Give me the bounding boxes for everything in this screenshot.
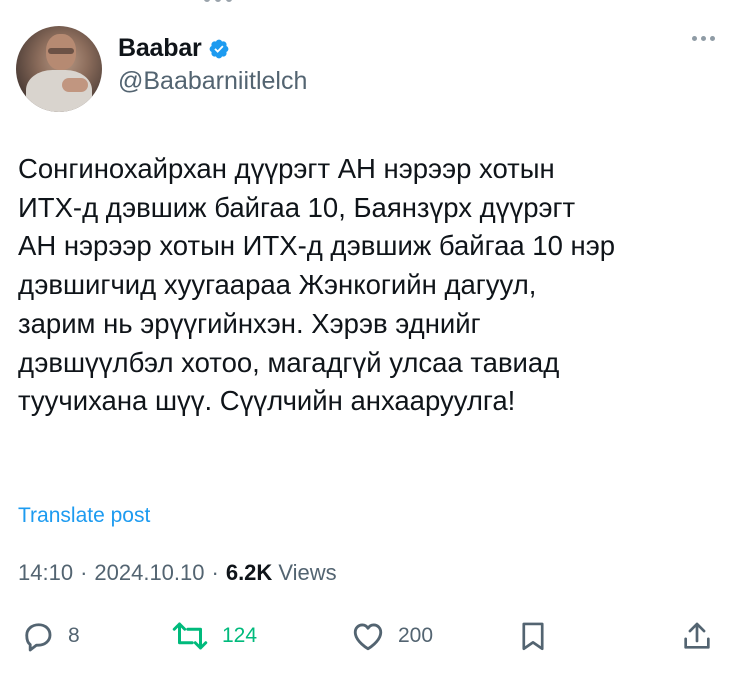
share-button[interactable]	[680, 618, 714, 654]
tweet-date[interactable]: 2024.10.10	[94, 560, 204, 586]
reply-icon	[25, 623, 52, 652]
author-display-name[interactable]: Baabar	[118, 34, 202, 63]
bookmark-icon	[522, 622, 544, 651]
tweet: Baabar @Baabarniitlelch Сонгинохайрхан д…	[0, 0, 737, 683]
like-count: 200	[398, 624, 434, 647]
meta-separator: ·	[80, 560, 88, 585]
tweet-time[interactable]: 14:10	[18, 560, 73, 586]
like-button[interactable]: 200	[350, 618, 433, 654]
author-handle[interactable]: @Baabarniitlelch	[118, 67, 307, 96]
reply-count: 8	[68, 624, 80, 647]
retweet-icon	[172, 622, 208, 650]
views-count: 6.2K	[225, 560, 273, 585]
retweet-button[interactable]: 124	[170, 618, 257, 654]
reply-button[interactable]: 8	[20, 618, 80, 654]
translate-post-link[interactable]: Translate post	[18, 504, 150, 528]
tweet-meta: 14:10 · 2024.10.10 · 6.2K Views	[18, 560, 337, 586]
views-label: Views	[278, 560, 337, 585]
author-names: Baabar @Baabarniitlelch	[118, 34, 307, 96]
tweet-text: Сонгинохайрхан дүүрэгт АН нэрээр хотын И…	[18, 153, 616, 417]
more-options-icon[interactable]	[692, 36, 715, 41]
action-bar: 8 124 200	[0, 618, 737, 658]
heart-icon	[353, 623, 383, 651]
bookmark-button[interactable]	[516, 618, 550, 654]
avatar[interactable]	[16, 26, 102, 112]
share-icon	[684, 622, 710, 649]
tweet-header: Baabar @Baabarniitlelch	[16, 26, 307, 112]
retweet-count: 124	[222, 624, 258, 647]
meta-separator: ·	[211, 560, 219, 585]
verified-badge-icon	[209, 39, 228, 58]
